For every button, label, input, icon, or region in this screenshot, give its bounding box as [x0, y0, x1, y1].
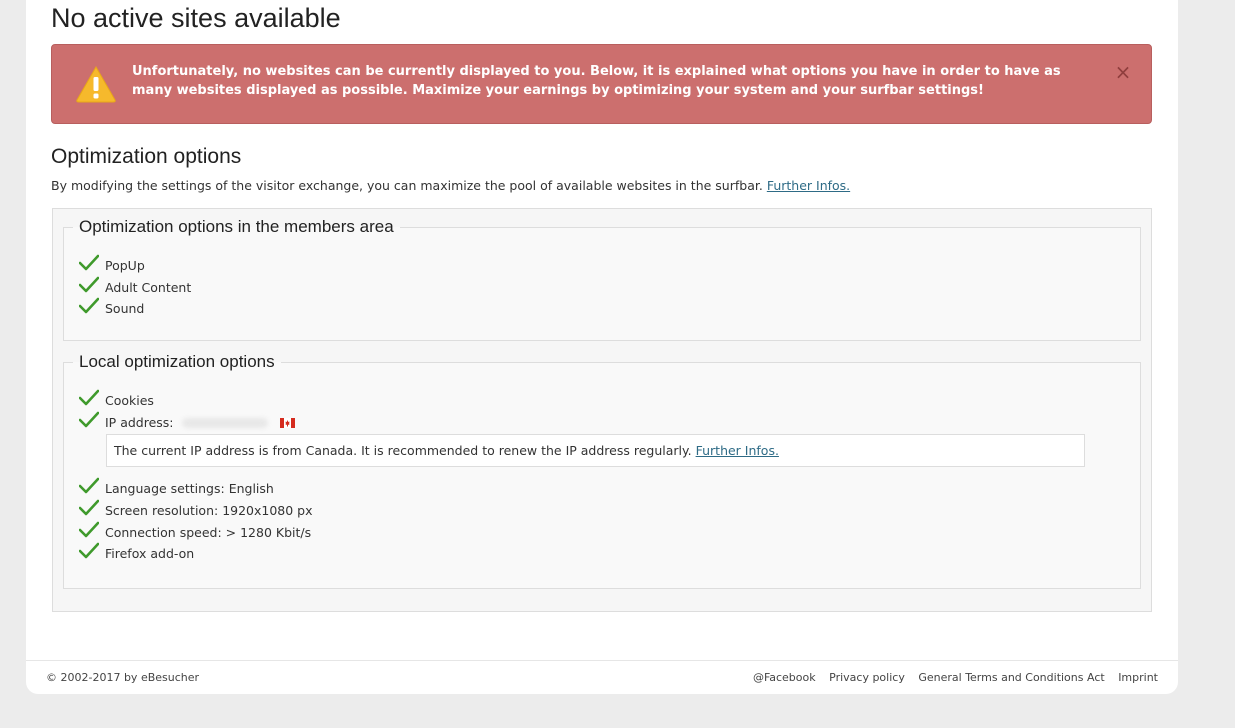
option-label: Screen resolution: 1920x1080 px [105, 503, 313, 519]
canada-flag-icon [279, 418, 295, 429]
page-title: No active sites available [51, 3, 341, 33]
option-connection-speed: Connection speed: > 1280 Kbit/s [64, 521, 1140, 544]
option-label: Language settings: English [105, 481, 274, 497]
members-area-legend: Optimization options in the members area [79, 217, 394, 236]
footer-link-facebook[interactable]: @Facebook [753, 671, 816, 684]
main-card: No active sites available Unfortunately,… [26, 0, 1178, 694]
no-sites-alert: Unfortunately, no websites can be curren… [51, 44, 1152, 124]
option-label: PopUp [105, 258, 145, 273]
copyright: © 2002-2017 by eBesucher [46, 671, 200, 684]
ip-note-text: The current IP address is from Canada. I… [114, 443, 692, 459]
further-infos-link[interactable]: Further Infos. [767, 178, 850, 193]
checkmark-icon [79, 276, 99, 292]
option-label: Firefox add-on [105, 546, 195, 562]
option-label: Connection speed: > 1280 Kbit/s [105, 524, 312, 540]
optimization-title: Optimization options [51, 145, 242, 168]
option-firefox-addon: Firefox add-on [64, 543, 1140, 565]
local-options: Local optimization options Cookies IP ad… [63, 352, 1141, 589]
checkmark-icon [79, 411, 99, 427]
alert-message: Unfortunately, no websites can be curren… [132, 64, 1061, 98]
footer-link-terms[interactable]: General Terms and Conditions Act [918, 671, 1104, 684]
option-adult-content: Adult Content [64, 276, 1140, 299]
checkmark-icon [79, 254, 99, 271]
checkmark-icon [79, 521, 99, 538]
intro-text: By modifying the settings of the visitor… [51, 178, 763, 193]
options-panel: Optimization options in the members area… [52, 208, 1152, 612]
checkmark-icon [79, 298, 99, 314]
option-label: IP address: [105, 414, 174, 430]
footer-link-imprint[interactable]: Imprint [1118, 671, 1158, 684]
close-icon[interactable]: × [1113, 62, 1133, 82]
option-cookies: Cookies [64, 389, 1140, 412]
option-label: Sound [105, 301, 145, 317]
footer-link-privacy-policy[interactable]: Privacy policy [829, 671, 905, 684]
option-label: Cookies [105, 393, 154, 408]
local-options-legend: Local optimization options [79, 352, 275, 371]
checkmark-icon [79, 499, 99, 516]
option-screen-resolution: Screen resolution: 1920x1080 px [64, 499, 1140, 522]
option-language-settings: Language settings: English [64, 478, 1140, 500]
checkmark-icon [79, 389, 99, 406]
optimization-intro: By modifying the settings of the visitor… [51, 178, 850, 193]
members-area-options: Optimization options in the members area… [63, 217, 1141, 341]
option-sound: Sound [64, 298, 1140, 320]
footer: © 2002-2017 by eBesucher @Facebook Priva… [26, 660, 1178, 694]
ip-further-infos-link[interactable]: Further Infos. [696, 443, 779, 458]
warning-icon [76, 65, 116, 103]
ip-address-redacted [181, 418, 268, 429]
option-popup: PopUp [64, 254, 1140, 277]
checkmark-icon [79, 543, 99, 559]
checkmark-icon [79, 478, 99, 494]
ip-address-note: The current IP address is from Canada. I… [106, 434, 1085, 468]
option-label: Adult Content [105, 279, 192, 295]
option-ip-address: IP address: [64, 411, 1140, 434]
footer-links: @Facebook Privacy policy General Terms a… [743, 671, 1158, 684]
